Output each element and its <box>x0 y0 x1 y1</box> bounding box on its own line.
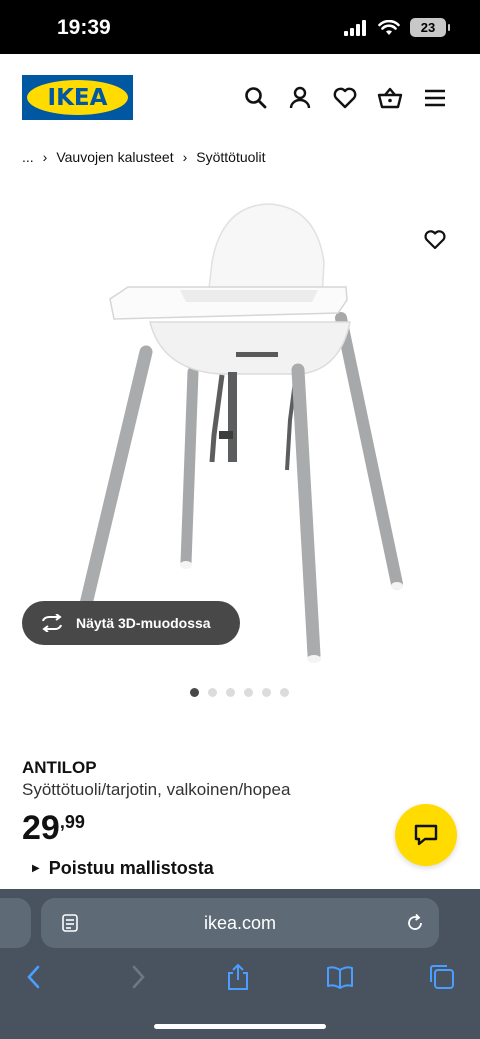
chat-button[interactable] <box>395 804 457 866</box>
availability-status[interactable]: ▶ Poistuu mallistosta <box>32 858 214 879</box>
breadcrumb: ... › Vauvojen kalusteet › Syöttötuolit <box>22 149 266 165</box>
bookmarks-icon[interactable] <box>326 963 354 991</box>
logo-oval: IKEA <box>27 80 128 115</box>
battery-level: 23 <box>420 20 436 35</box>
site-header: IKEA <box>0 54 480 144</box>
product-description: Syöttötuoli/tarjotin, valkoinen/hopea <box>22 780 291 799</box>
basket-icon[interactable] <box>377 85 403 111</box>
user-icon[interactable] <box>287 85 313 111</box>
pagination-dot[interactable] <box>244 688 253 697</box>
chevron-right-icon: › <box>42 149 48 165</box>
rotate-3d-icon <box>42 614 62 632</box>
menu-icon[interactable] <box>422 85 448 111</box>
price-decimals: ,99 <box>59 812 85 832</box>
breadcrumb-item-highchairs[interactable]: Syöttötuolit <box>196 149 265 165</box>
battery-icon: 23 <box>410 18 450 37</box>
pagination-dot[interactable] <box>226 688 235 697</box>
availability-status-label: Poistuu mallistosta <box>48 858 214 878</box>
gallery-pagination <box>190 688 289 697</box>
forward-icon[interactable] <box>124 963 152 991</box>
reload-icon[interactable] <box>405 913 425 933</box>
add-to-favourites-heart-icon[interactable] <box>422 227 448 253</box>
logo-text: IKEA <box>47 84 108 111</box>
address-bar[interactable]: ikea.com <box>41 898 439 948</box>
pagination-dot[interactable] <box>208 688 217 697</box>
price-integer: 29 <box>22 809 60 847</box>
tabs-icon[interactable] <box>428 963 456 991</box>
breadcrumb-ellipsis[interactable]: ... <box>22 149 34 165</box>
product-name: ANTILOP <box>22 758 97 777</box>
url-text: ikea.com <box>203 913 277 933</box>
heart-icon[interactable] <box>332 85 358 111</box>
view-3d-button[interactable]: Näytä 3D-muodossa <box>22 601 240 645</box>
pagination-dot[interactable] <box>280 688 289 697</box>
pagination-dot[interactable] <box>262 688 271 697</box>
pagination-dot[interactable] <box>190 688 199 697</box>
ikea-logo[interactable]: IKEA <box>22 75 133 120</box>
status-time: 19:39 <box>57 16 111 39</box>
back-icon[interactable] <box>20 963 48 991</box>
chevron-right-icon: › <box>182 149 188 165</box>
signal-icon <box>344 19 366 36</box>
home-indicator <box>154 1024 326 1029</box>
chat-icon <box>414 824 438 846</box>
status-bar: 19:39 23 <box>0 0 480 54</box>
wifi-icon <box>378 19 400 35</box>
product-price: 29 ,99 <box>22 808 85 848</box>
previous-tab-preview[interactable] <box>0 898 31 948</box>
search-icon[interactable] <box>243 85 269 111</box>
breadcrumb-item-baby-furniture[interactable]: Vauvojen kalusteet <box>56 149 173 165</box>
browser-toolbar: ikea.com <box>0 889 480 1039</box>
view-3d-label: Näytä 3D-muodossa <box>76 615 211 631</box>
triangle-right-icon: ▶ <box>32 863 40 874</box>
status-icons: 23 <box>344 18 450 37</box>
share-icon[interactable] <box>224 963 252 991</box>
